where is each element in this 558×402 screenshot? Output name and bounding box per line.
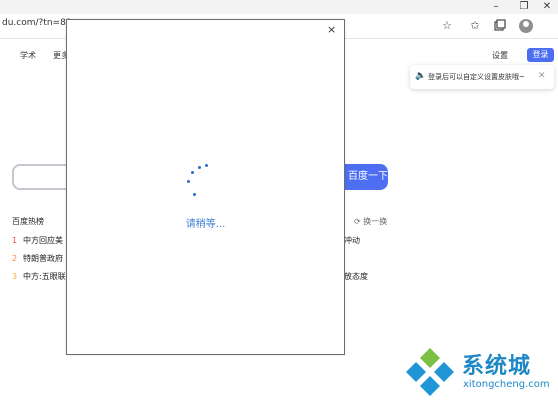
refresh-link[interactable]: ⟳ 换一换 <box>354 216 387 227</box>
refresh-icon: ⟳ <box>354 217 361 226</box>
hot-item[interactable]: 3 中方:五眼联 <box>12 271 66 282</box>
nav-item-academic[interactable]: 学术 <box>20 50 36 61</box>
watermark-title: 系统城 <box>462 354 532 379</box>
refresh-label: 换一换 <box>363 217 388 226</box>
hot-list-title: 百度热榜 <box>12 217 44 226</box>
hot-item[interactable]: 2 特朗普政府 <box>12 253 63 264</box>
loading-text: 请稍等... <box>185 219 226 230</box>
profile-avatar[interactable] <box>519 19 533 33</box>
hot-item[interactable]: 1 中方回应美 <box>12 235 63 246</box>
hot-item-right[interactable]: 冲动 <box>344 235 360 246</box>
hot-rank: 1 <box>12 236 18 245</box>
close-window-button[interactable]: ✕ <box>536 0 558 14</box>
dialog-close-button[interactable]: × <box>327 23 336 36</box>
title-bar: – ❐ ✕ <box>0 0 558 14</box>
login-tip-text: 登录后可以自定义设置皮肤哦~ <box>428 73 525 81</box>
login-tip: 🔈 登录后可以自定义设置皮肤哦~ ✕ <box>410 65 554 89</box>
hot-text: 特朗普政府 <box>23 254 63 263</box>
minimize-button[interactable]: – <box>485 0 507 14</box>
hot-item-right[interactable]: 放态度 <box>344 271 368 282</box>
hot-text: 中方:五眼联 <box>23 272 66 281</box>
hot-rank: 2 <box>12 254 18 263</box>
maximize-button[interactable]: ❐ <box>513 0 535 14</box>
loading-dialog: × 请稍等... <box>66 19 345 355</box>
watermark-subtitle: xitongcheng.com <box>463 379 550 390</box>
login-button[interactable]: 登录 <box>527 48 554 62</box>
url-text[interactable]: du.com/?tn=80 <box>2 18 72 28</box>
star-icon[interactable]: ☆ <box>440 19 454 33</box>
hot-text: 中方回应美 <box>23 236 63 245</box>
watermark-logo <box>404 346 456 398</box>
collections-icon[interactable] <box>493 19 507 33</box>
favorites-icon[interactable]: ✩ <box>468 19 482 33</box>
loading-spinner-icon <box>185 162 211 198</box>
settings-link[interactable]: 设置 <box>492 50 508 61</box>
hot-rank: 3 <box>12 272 18 281</box>
speaker-icon: 🔈 <box>415 71 427 81</box>
search-button-label: 百度一下 <box>348 171 388 182</box>
tip-close-icon[interactable]: ✕ <box>538 71 546 81</box>
